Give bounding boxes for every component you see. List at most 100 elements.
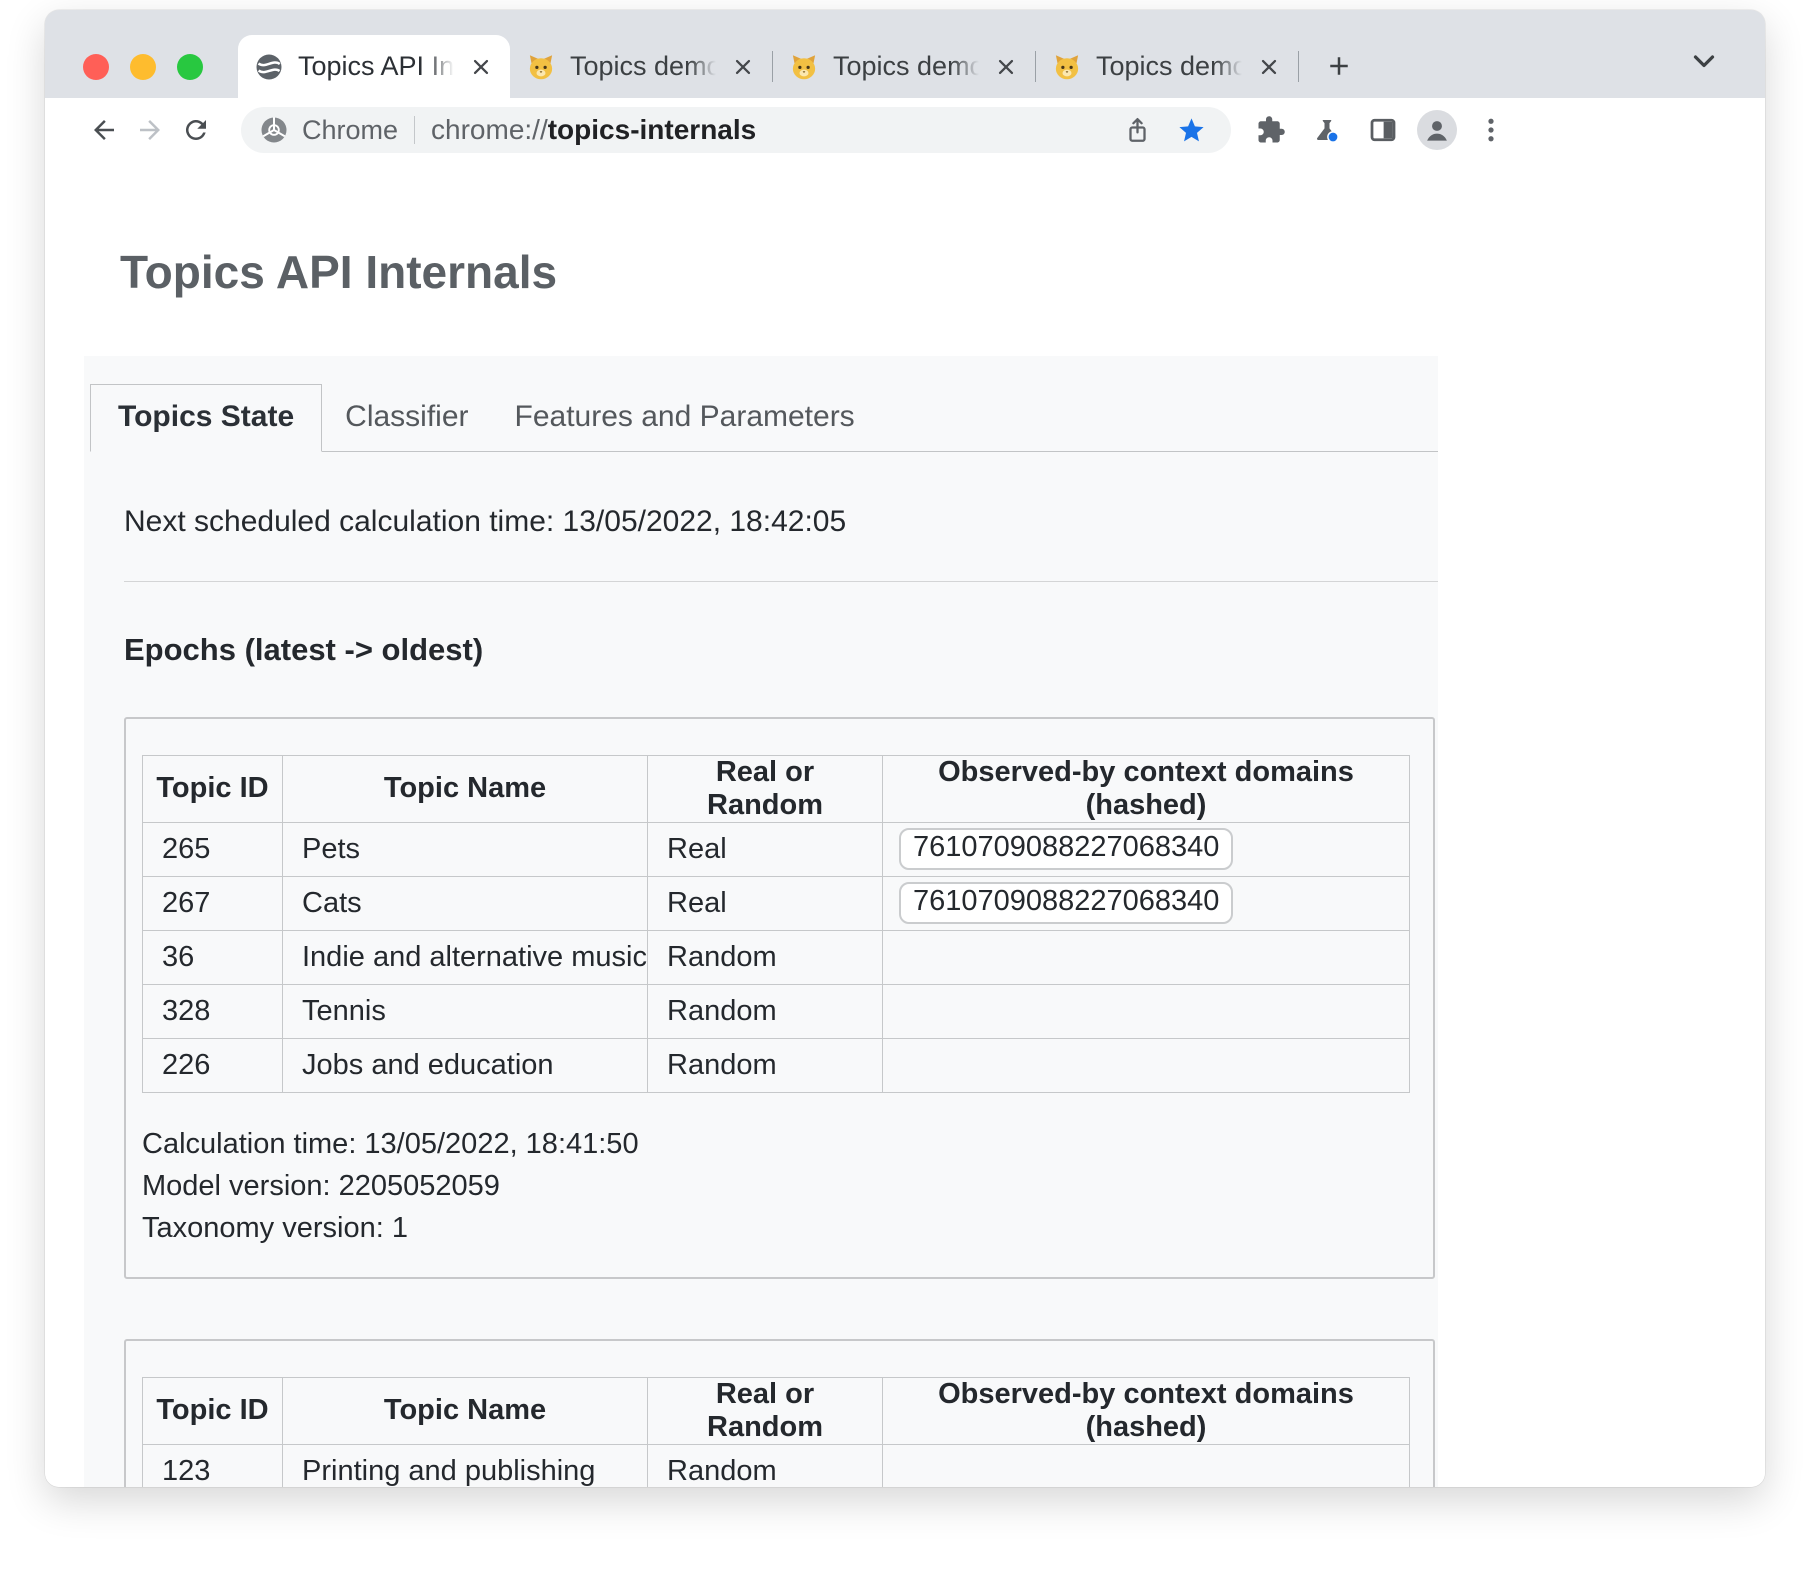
table-row: 226Jobs and educationRandom bbox=[143, 1038, 1410, 1092]
browser-tab-active[interactable]: Topics API Intern bbox=[238, 35, 510, 98]
topic-id-cell: 265 bbox=[143, 822, 283, 876]
observed-domains-cell: 7610709088227068340 bbox=[883, 822, 1410, 876]
real-or-random-cell: Random bbox=[648, 930, 883, 984]
toolbar-right-icons bbox=[1249, 108, 1513, 152]
extensions-puzzle-icon[interactable] bbox=[1249, 108, 1293, 152]
topics-state-panel: Next scheduled calculation time: 13/05/2… bbox=[84, 452, 1438, 1487]
tab-close-icon[interactable] bbox=[993, 54, 1019, 80]
table-header-row: Topic IDTopic NameReal or RandomObserved… bbox=[143, 755, 1410, 822]
observed-domains-cell bbox=[883, 984, 1410, 1038]
epoch-card: Topic IDTopic NameReal or RandomObserved… bbox=[124, 717, 1435, 1279]
close-traffic-light[interactable] bbox=[83, 54, 109, 80]
tab-divider bbox=[1298, 51, 1299, 82]
section-divider bbox=[124, 581, 1438, 582]
profile-avatar[interactable] bbox=[1417, 110, 1457, 150]
tab-close-icon[interactable] bbox=[730, 54, 756, 80]
cat-icon bbox=[526, 52, 556, 82]
topic-id-cell: 123 bbox=[143, 1444, 283, 1487]
cat-icon bbox=[1052, 52, 1082, 82]
reload-icon[interactable] bbox=[173, 107, 219, 153]
table-header-cell: Topic Name bbox=[283, 755, 648, 822]
browser-tab-title: Topics demo bbox=[570, 51, 716, 82]
omnibox-divider bbox=[414, 116, 415, 144]
epoch-metadata-line: Model version: 2205052059 bbox=[142, 1165, 1417, 1207]
kebab-menu-icon[interactable] bbox=[1469, 108, 1513, 152]
table-row: 123Printing and publishingRandom bbox=[143, 1444, 1410, 1487]
table-row: 265PetsReal7610709088227068340 bbox=[143, 822, 1410, 876]
zoom-traffic-light[interactable] bbox=[177, 54, 203, 80]
globe-icon bbox=[254, 52, 284, 82]
minimize-traffic-light[interactable] bbox=[130, 54, 156, 80]
real-or-random-cell: Real bbox=[648, 822, 883, 876]
browser-toolbar: Chrome chrome://topics-internals bbox=[45, 98, 1765, 162]
table-header-cell: Topic Name bbox=[283, 1377, 648, 1444]
table-header-cell: Topic ID bbox=[143, 755, 283, 822]
topic-id-cell: 226 bbox=[143, 1038, 283, 1092]
browser-tab-title: Topics demo bbox=[1096, 51, 1242, 82]
share-icon[interactable] bbox=[1117, 110, 1157, 150]
topic-name-cell: Indie and alternative music bbox=[283, 930, 648, 984]
back-icon[interactable] bbox=[81, 107, 127, 153]
side-panel-icon[interactable] bbox=[1361, 108, 1405, 152]
real-or-random-cell: Random bbox=[648, 1444, 883, 1487]
tab-features-and-parameters[interactable]: Features and Parameters bbox=[492, 385, 878, 451]
next-calculation-time: Next scheduled calculation time: 13/05/2… bbox=[124, 504, 1438, 540]
epochs-list: Topic IDTopic NameReal or RandomObserved… bbox=[124, 717, 1438, 1487]
cat-icon bbox=[789, 52, 819, 82]
epoch-metadata-line: Calculation time: 13/05/2022, 18:41:50 bbox=[142, 1123, 1417, 1165]
tab-topics-state[interactable]: Topics State bbox=[90, 384, 322, 452]
experiments-flask-icon[interactable] bbox=[1305, 108, 1349, 152]
table-row: 36Indie and alternative musicRandom bbox=[143, 930, 1410, 984]
hashed-domain-value: 7610709088227068340 bbox=[899, 828, 1233, 870]
browser-tab-title: Topics demo bbox=[833, 51, 979, 82]
chrome-logo-icon bbox=[259, 115, 289, 145]
topic-name-cell: Tennis bbox=[283, 984, 648, 1038]
bookmark-star-icon[interactable] bbox=[1171, 110, 1211, 150]
table-header-cell: Observed-by context domains (hashed) bbox=[883, 1377, 1410, 1444]
site-label: Chrome bbox=[302, 115, 398, 146]
table-header-cell: Observed-by context domains (hashed) bbox=[883, 755, 1410, 822]
tab-close-icon[interactable] bbox=[468, 54, 494, 80]
page-title: Topics API Internals bbox=[120, 247, 1765, 298]
browser-tabs: Topics API Intern Topics demo Topics demo T… bbox=[238, 35, 1367, 98]
observed-domains-cell bbox=[883, 930, 1410, 984]
browser-tab[interactable]: Topics demo bbox=[510, 35, 772, 98]
table-header-cell: Real or Random bbox=[648, 755, 883, 822]
table-header-cell: Topic ID bbox=[143, 1377, 283, 1444]
real-or-random-cell: Random bbox=[648, 984, 883, 1038]
real-or-random-cell: Random bbox=[648, 1038, 883, 1092]
forward-icon[interactable] bbox=[127, 107, 173, 153]
browser-tab[interactable]: Topics demo bbox=[773, 35, 1035, 98]
tab-close-icon[interactable] bbox=[1256, 54, 1282, 80]
observed-domains-cell: 7610709088227068340 bbox=[883, 876, 1410, 930]
new-tab-plus-icon[interactable] bbox=[1311, 38, 1367, 94]
real-or-random-cell: Real bbox=[648, 876, 883, 930]
epochs-heading: Epochs (latest -> oldest) bbox=[124, 632, 1438, 667]
epoch-card: Topic IDTopic NameReal or RandomObserved… bbox=[124, 1339, 1435, 1487]
browser-window: Topics API Intern Topics demo Topics demo T… bbox=[45, 10, 1765, 1487]
page-content: Topics API Internals Topics StateClassif… bbox=[45, 162, 1765, 1487]
topics-table: Topic IDTopic NameReal or RandomObserved… bbox=[142, 1377, 1410, 1487]
observed-domains-cell bbox=[883, 1444, 1410, 1487]
topic-name-cell: Printing and publishing bbox=[283, 1444, 648, 1487]
epoch-metadata-line: Taxonomy version: 1 bbox=[142, 1207, 1417, 1249]
browser-tab-strip: Topics API Intern Topics demo Topics demo T… bbox=[45, 10, 1765, 98]
browser-tab-title: Topics API Intern bbox=[298, 51, 454, 82]
table-row: 328TennisRandom bbox=[143, 984, 1410, 1038]
hashed-domain-value: 7610709088227068340 bbox=[899, 882, 1233, 924]
browser-tab[interactable]: Topics demo bbox=[1036, 35, 1298, 98]
tab-classifier[interactable]: Classifier bbox=[322, 385, 491, 451]
address-bar[interactable]: Chrome chrome://topics-internals bbox=[241, 107, 1231, 153]
tab-search-chevron-icon[interactable] bbox=[1687, 44, 1723, 80]
table-row: 267CatsReal7610709088227068340 bbox=[143, 876, 1410, 930]
topics-table: Topic IDTopic NameReal or RandomObserved… bbox=[142, 755, 1410, 1093]
topic-name-cell: Jobs and education bbox=[283, 1038, 648, 1092]
page-tab-strip: Topics StateClassifierFeatures and Param… bbox=[90, 384, 1438, 452]
table-header-cell: Real or Random bbox=[648, 1377, 883, 1444]
table-header-row: Topic IDTopic NameReal or RandomObserved… bbox=[143, 1377, 1410, 1444]
topic-id-cell: 328 bbox=[143, 984, 283, 1038]
topic-id-cell: 267 bbox=[143, 876, 283, 930]
url-text[interactable]: chrome://topics-internals bbox=[431, 114, 756, 146]
observed-domains-cell bbox=[883, 1038, 1410, 1092]
traffic-lights bbox=[83, 54, 203, 80]
